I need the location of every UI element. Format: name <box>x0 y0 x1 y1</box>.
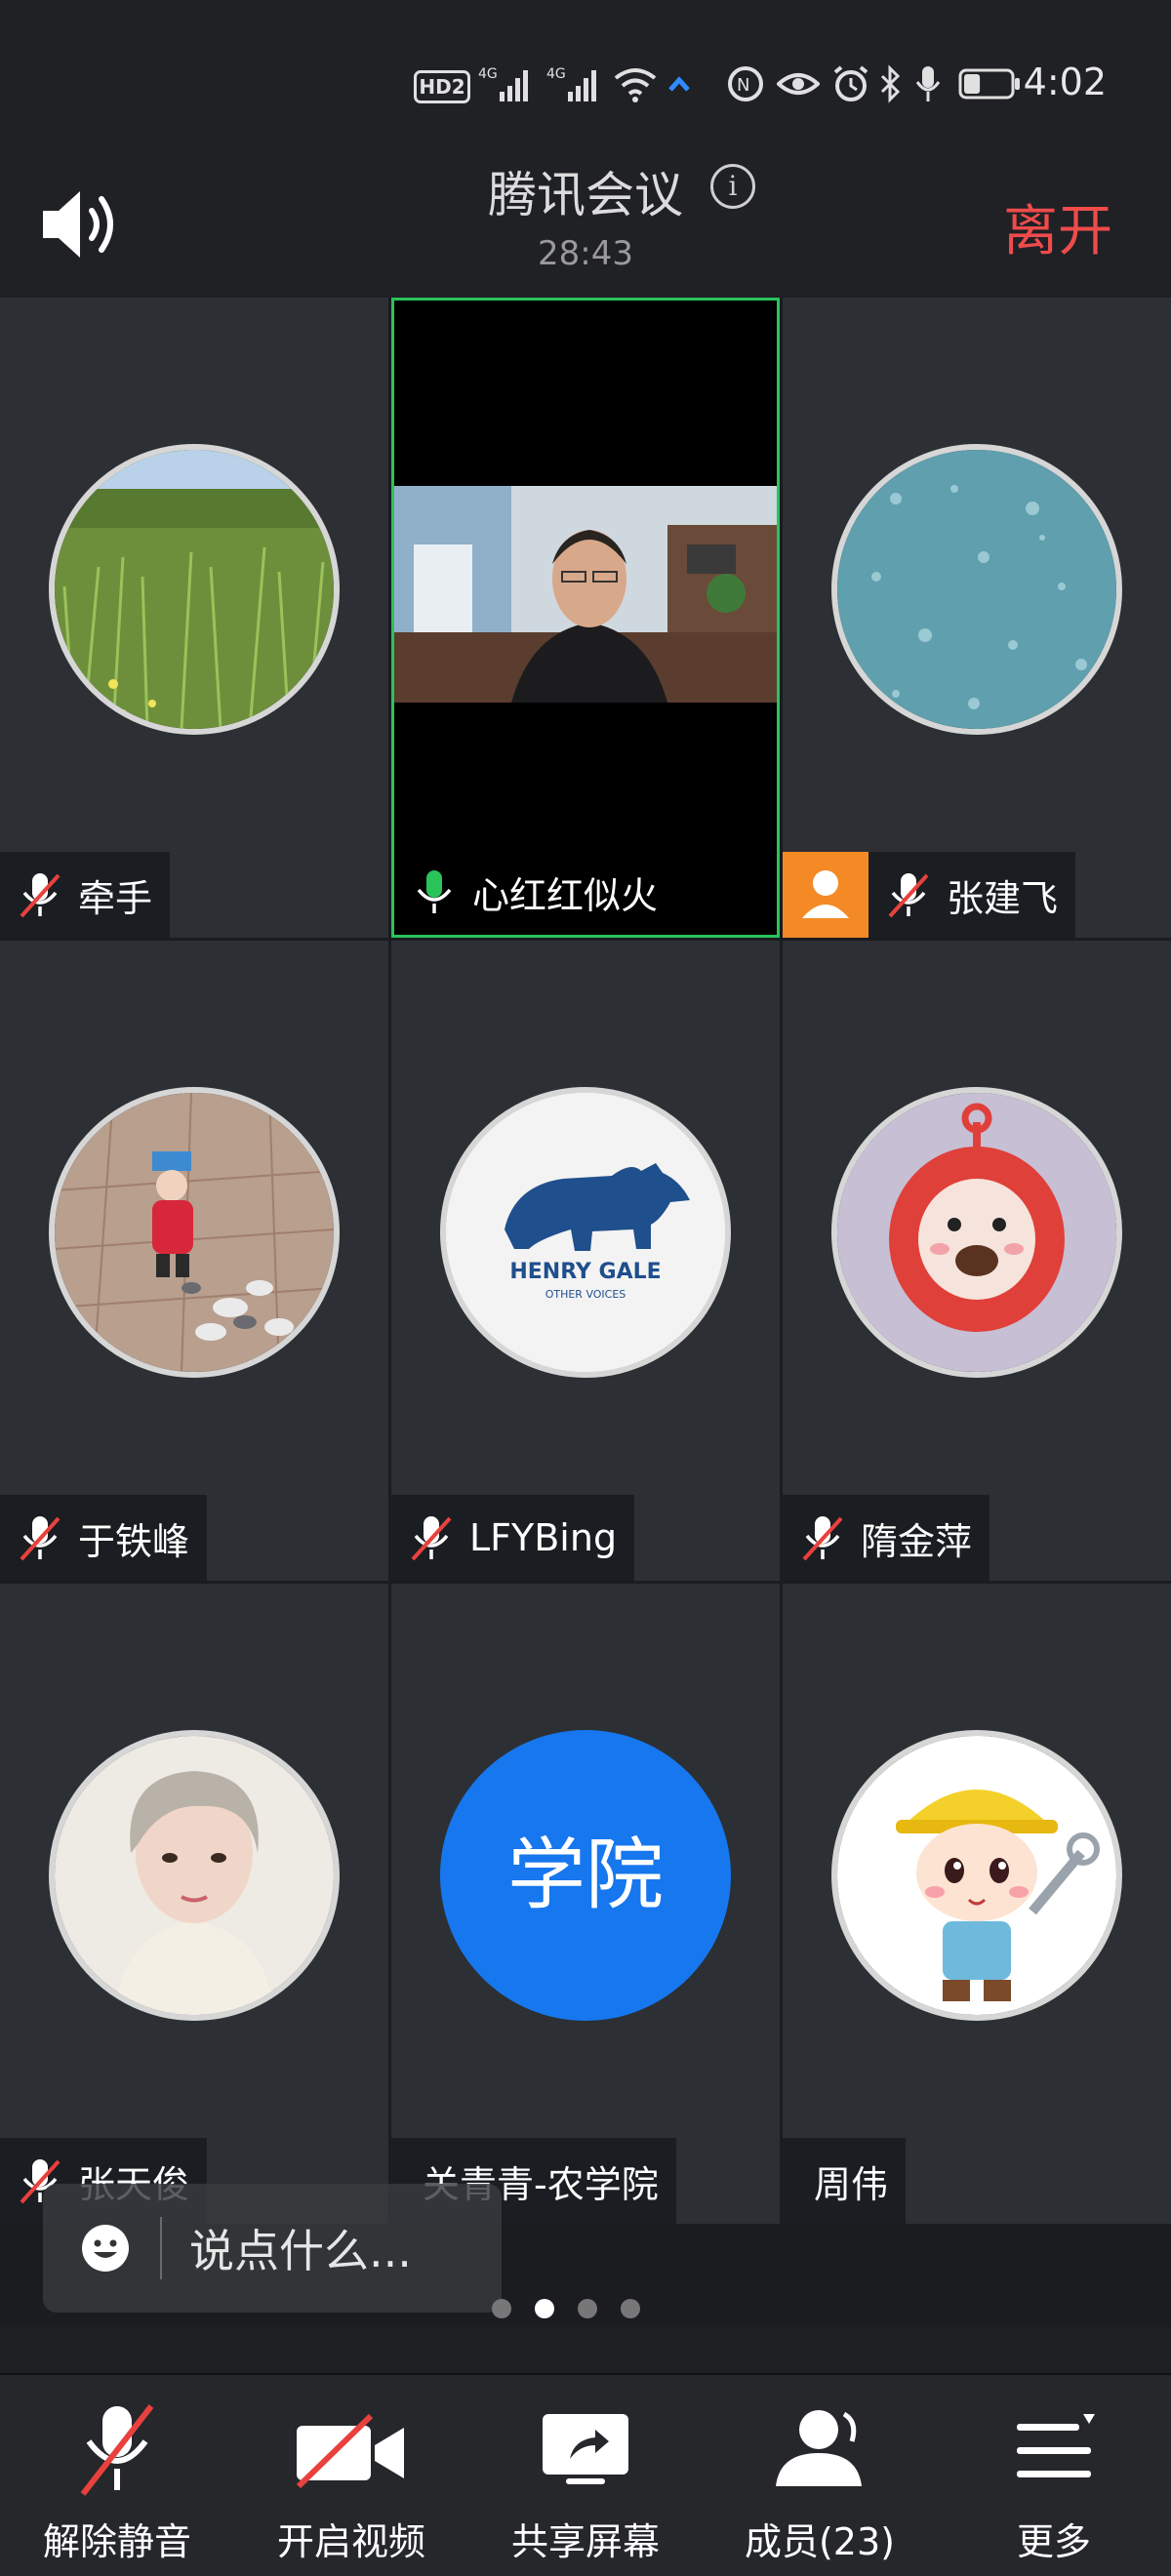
avatar <box>49 444 340 735</box>
henry-gale-rhino-logo: HENRY GALE OTHER VOICES <box>446 1093 725 1372</box>
logo-subtext: OTHER VOICES <box>545 1288 626 1301</box>
page-indicator[interactable] <box>492 2299 640 2318</box>
signal-icon: 4G <box>546 66 596 101</box>
participant-tile[interactable]: 张建飞 <box>783 298 1171 938</box>
avatar <box>831 1730 1122 2021</box>
page-dot-current[interactable] <box>535 2299 554 2318</box>
child-with-pigeons-photo <box>55 1093 334 1372</box>
mic-muted-icon <box>802 1516 843 1561</box>
wifi-icon <box>614 68 657 102</box>
logo-text: HENRY GALE <box>509 1260 661 1284</box>
participant-name: 于铁峰 <box>78 1519 190 1563</box>
participant-grid: 牵手 心红红似火 张建飞 于铁峰 HENRY GALE OTHER VOICES… <box>0 298 1171 2327</box>
mic-muted-icon <box>888 873 929 918</box>
share-screen-button[interactable]: 共享屏幕 <box>468 2375 703 2576</box>
chat-input[interactable]: 说点什么... <box>43 2184 502 2313</box>
page-dot[interactable] <box>492 2299 511 2318</box>
more-label: 更多 <box>1016 2520 1091 2563</box>
meeting-header: 腾讯会议 i 28:43 离开 <box>0 146 1171 298</box>
bluetooth-icon <box>880 64 901 103</box>
participant-name: 隋金萍 <box>861 1519 973 1563</box>
participant-name-tag: 周伟 <box>783 2138 907 2224</box>
svg-text:N: N <box>737 75 749 96</box>
more-menu-icon <box>1017 2414 1095 2477</box>
nfc-icon: N <box>728 66 763 101</box>
mic-muted-icon <box>80 2404 154 2496</box>
participant-name: 张建飞 <box>947 876 1059 920</box>
members-button[interactable]: 成员(23) <box>703 2375 937 2576</box>
mic-muted-icon <box>411 1516 452 1561</box>
participant-tile[interactable]: 学院 关青青-农学院 <box>391 1584 780 2224</box>
participant-video <box>394 486 777 703</box>
members-label: 成员(23) <box>744 2520 895 2563</box>
divider <box>160 2217 162 2279</box>
host-icon <box>802 870 849 918</box>
participant-tile[interactable]: HENRY GALE OTHER VOICES LFYBing <box>391 941 780 1581</box>
woman-portrait-photo <box>55 1736 334 2015</box>
hd-icon: HD2 <box>414 70 470 103</box>
unmute-button[interactable]: 解除静音 <box>0 2375 234 2576</box>
page-dot[interactable] <box>621 2299 640 2318</box>
participant-name-tag: LFYBing <box>391 1495 635 1581</box>
participant-tile[interactable]: 于铁峰 <box>0 941 388 1581</box>
alarm-icon <box>833 65 868 101</box>
data-icon <box>668 76 690 92</box>
participant-name-tag: 隋金萍 <box>783 1495 990 1581</box>
participant-name-tag: 心红红似火 <box>394 849 676 935</box>
info-icon[interactable]: i <box>710 164 755 209</box>
avatar: HENRY GALE OTHER VOICES <box>440 1087 731 1378</box>
start-video-button[interactable]: 开启视频 <box>234 2375 468 2576</box>
mic-icon <box>915 66 941 101</box>
participant-tile[interactable]: 周伟 <box>783 1584 1171 2224</box>
mic-muted-icon <box>20 1516 61 1561</box>
share-screen-icon <box>543 2414 628 2484</box>
battery-icon <box>958 68 1020 100</box>
eye-icon <box>777 73 820 95</box>
avatar <box>49 1730 340 2021</box>
members-icon <box>776 2410 862 2486</box>
participant-name: 周伟 <box>814 2162 889 2206</box>
share-screen-label: 共享屏幕 <box>510 2520 660 2563</box>
participant-tile[interactable]: 牵手 <box>0 298 388 938</box>
status-bar: HD2 4G 4G N 4:02 <box>0 0 1171 146</box>
participant-name: 心红红似火 <box>472 873 659 917</box>
cartoon-worker <box>837 1736 1116 2015</box>
signal-icon: 4G <box>478 66 528 101</box>
participant-name-tag: 张建飞 <box>868 852 1076 938</box>
network-type-label: 4G <box>478 66 498 82</box>
host-badge <box>783 852 868 938</box>
mic-muted-icon <box>20 873 61 918</box>
start-video-label: 开启视频 <box>276 2520 425 2563</box>
grass-photo <box>55 450 334 729</box>
avatar <box>831 444 1122 735</box>
video-feed <box>394 486 777 703</box>
participant-name-tag: 牵手 <box>0 852 171 938</box>
avatar <box>49 1087 340 1378</box>
participant-name: LFYBing <box>469 1516 618 1559</box>
unmute-label: 解除静音 <box>42 2520 191 2563</box>
more-button[interactable]: 更多 <box>937 2375 1171 2576</box>
camera-off-icon <box>296 2413 404 2489</box>
leave-button[interactable]: 离开 <box>1003 187 1112 266</box>
meeting-timer: 28:43 <box>538 234 633 273</box>
mic-active-icon <box>417 870 452 913</box>
page-dot[interactable] <box>578 2299 597 2318</box>
meeting-title: 腾讯会议 <box>488 167 683 223</box>
participant-tile[interactable]: 隋金萍 <box>783 941 1171 1581</box>
participant-tile[interactable]: 张天俊 <box>0 1584 388 2224</box>
participant-tile-active-speaker[interactable]: 心红红似火 <box>391 298 780 938</box>
network-type-label: 4G <box>546 66 566 82</box>
chat-placeholder: 说点什么... <box>189 2225 412 2277</box>
water-drops-photo <box>837 450 1116 729</box>
emoji-icon[interactable] <box>80 2223 131 2274</box>
participant-name: 牵手 <box>78 876 153 920</box>
avatar-initials: 学院 <box>440 1730 731 2021</box>
participant-name-tag: 于铁峰 <box>0 1495 208 1581</box>
avatar <box>831 1087 1122 1378</box>
bottom-toolbar: 解除静音 开启视频 共享屏幕 成员(23) 更多 <box>0 2373 1171 2576</box>
clock: 4:02 <box>1023 60 1107 103</box>
red-teletubby-cartoon <box>837 1093 1116 1372</box>
